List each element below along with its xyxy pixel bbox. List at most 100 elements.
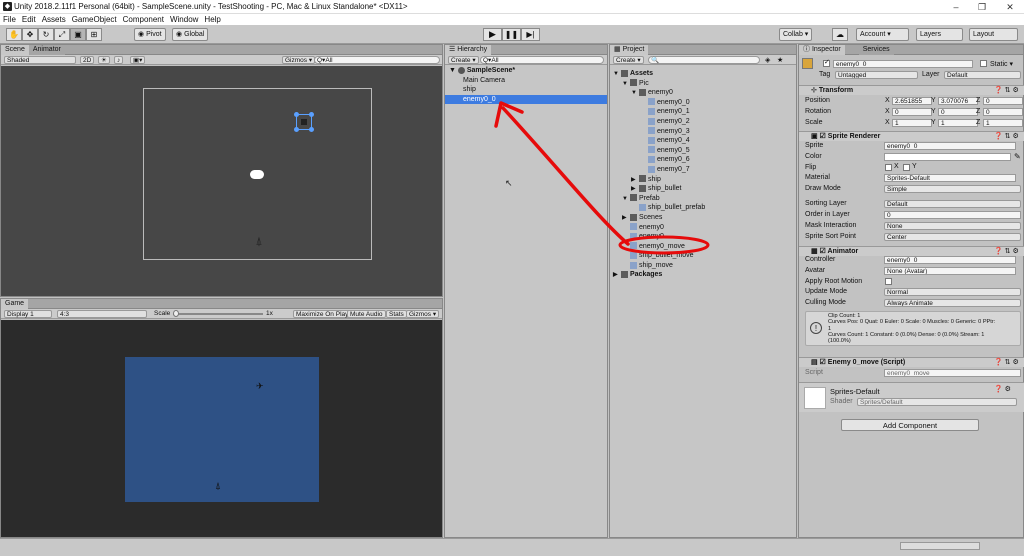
project-item[interactable]: ▶ ship_bullet: [610, 184, 796, 194]
expand-arrow-icon[interactable]: ▼: [631, 89, 639, 99]
position-z-field[interactable]: 0: [983, 97, 1023, 105]
lighting-icon[interactable]: ☀: [98, 56, 110, 64]
minimize-button[interactable]: –: [950, 1, 962, 13]
sprite-field[interactable]: enemy0_0: [884, 142, 1016, 150]
close-button[interactable]: ✕: [1004, 1, 1016, 13]
project-item[interactable]: enemy0_3: [610, 127, 796, 137]
pause-icon[interactable]: ❚❚: [502, 28, 521, 41]
project-item[interactable]: ship_move: [610, 261, 796, 271]
rotation-y-field[interactable]: 0: [938, 108, 978, 116]
static-checkbox[interactable]: [980, 60, 987, 67]
menu-gameobject[interactable]: GameObject: [72, 15, 117, 24]
project-item[interactable]: ▼ enemy0: [610, 88, 796, 98]
flip-y-checkbox[interactable]: [903, 164, 910, 171]
script-field[interactable]: enemy0_move: [884, 369, 1021, 377]
expand-arrow-icon[interactable]: ▼: [622, 195, 630, 205]
project-item[interactable]: enemy0: [610, 223, 796, 233]
active-checkbox[interactable]: ✓: [823, 59, 830, 67]
update-mode-dropdown[interactable]: Normal: [884, 288, 1021, 296]
scene-root[interactable]: ▼ SampleScene*: [445, 66, 607, 76]
tag-dropdown[interactable]: Untagged: [835, 71, 918, 79]
hierarchy-item-main-camera[interactable]: Main Camera: [445, 76, 607, 86]
audio-icon[interactable]: ♪: [114, 56, 124, 64]
scale-slider-thumb[interactable]: [173, 310, 179, 317]
play-icon[interactable]: ▶: [483, 28, 502, 41]
scale-slider[interactable]: [173, 313, 263, 315]
game-gizmos-dropdown[interactable]: Gizmos ▾: [406, 310, 440, 318]
project-item[interactable]: ship_bullet_move: [610, 251, 796, 261]
display-dropdown[interactable]: Display 1: [4, 310, 52, 318]
component-help-icon[interactable]: ❓ ⇅ ⚙: [994, 86, 1019, 94]
resize-handle-icon[interactable]: [309, 127, 314, 132]
script-header[interactable]: ▤ ☑ Enemy 0_move (Script): [799, 357, 1024, 367]
ship-sprite-icon[interactable]: ⍋: [251, 234, 267, 250]
rotation-x-field[interactable]: 0: [892, 108, 932, 116]
project-item[interactable]: ▼ Prefab: [610, 194, 796, 204]
rotate-tool-icon[interactable]: ↻: [38, 28, 54, 41]
layer-dropdown[interactable]: Default: [944, 71, 1021, 79]
tab-game[interactable]: Game: [1, 298, 29, 309]
project-item[interactable]: ▶ ship: [610, 175, 796, 185]
tab-inspector[interactable]: ⓘ Inspector: [799, 44, 845, 55]
rect-tool-icon[interactable]: ▣: [70, 28, 86, 41]
component-help-icon[interactable]: ❓ ⇅ ⚙: [994, 358, 1019, 366]
tab-project[interactable]: ▦ Project: [610, 44, 649, 55]
position-x-field[interactable]: 2.651855: [892, 97, 932, 105]
gizmos-dropdown[interactable]: Gizmos ▾: [282, 56, 316, 64]
project-item[interactable]: enemy0_move: [610, 242, 796, 252]
menu-help[interactable]: Help: [204, 15, 220, 24]
sprite-sort-point-dropdown[interactable]: Center: [884, 233, 1021, 241]
project-item[interactable]: enemy0_7: [610, 165, 796, 175]
project-item[interactable]: enemy0_2: [610, 117, 796, 127]
menu-file[interactable]: File: [3, 15, 16, 24]
menu-assets[interactable]: Assets: [42, 15, 66, 24]
hierarchy-item-ship[interactable]: ship: [445, 85, 607, 95]
effects-icon[interactable]: ▣▾: [130, 56, 146, 64]
add-component-button[interactable]: Add Component: [841, 419, 979, 431]
stats-toggle[interactable]: Stats: [386, 310, 407, 318]
step-icon[interactable]: ▶|: [521, 28, 540, 41]
scale-y-field[interactable]: 1: [938, 119, 978, 127]
collapse-arrow-icon[interactable]: ▶: [613, 271, 621, 281]
object-name-field[interactable]: enemy0_0: [833, 60, 973, 68]
shading-dropdown[interactable]: Shaded: [4, 56, 76, 64]
project-item[interactable]: enemy0_5: [610, 146, 796, 156]
maximize-button[interactable]: ❐: [976, 1, 988, 13]
material-field[interactable]: Sprites-Default: [884, 174, 1016, 182]
project-item[interactable]: enemy0_1: [610, 107, 796, 117]
order-in-layer-field[interactable]: 0: [884, 211, 1021, 219]
sprite-renderer-header[interactable]: ▣ ☑ Sprite Renderer: [799, 131, 1024, 141]
maximize-on-play-toggle[interactable]: Maximize On Play: [293, 310, 352, 318]
transform-header[interactable]: ⊹ Transform: [799, 85, 1024, 95]
resize-handle-icon[interactable]: [309, 112, 314, 117]
flip-x-checkbox[interactable]: [885, 164, 892, 171]
project-item[interactable]: enemy0_4: [610, 136, 796, 146]
account-dropdown[interactable]: Account ▾: [856, 28, 909, 41]
culling-mode-dropdown[interactable]: Always Animate: [884, 299, 1021, 307]
scale-x-field[interactable]: 1: [892, 119, 932, 127]
favorite-icon[interactable]: ★: [777, 56, 783, 64]
pivot-button[interactable]: ◉ Pivot: [134, 28, 166, 41]
project-create-dropdown[interactable]: Create ▾: [613, 56, 644, 64]
2d-toggle[interactable]: 2D: [80, 56, 95, 64]
tab-animator[interactable]: Animator: [28, 44, 65, 55]
eyedropper-icon[interactable]: ✎: [1014, 152, 1021, 161]
avatar-field[interactable]: None (Avatar): [884, 267, 1016, 275]
project-search-input[interactable]: 🔍: [648, 56, 760, 64]
position-y-field[interactable]: 3.070076: [938, 97, 978, 105]
layout-dropdown[interactable]: Layout: [969, 28, 1018, 41]
hierarchy-create-dropdown[interactable]: Create ▾: [448, 56, 479, 64]
color-field[interactable]: [884, 153, 1011, 161]
static-dropdown[interactable]: Static ▾: [990, 60, 1013, 68]
resize-handle-icon[interactable]: [294, 127, 299, 132]
tab-scene[interactable]: Scene: [1, 44, 29, 55]
controller-field[interactable]: enemy0_0: [884, 256, 1016, 264]
shader-dropdown[interactable]: Sprites/Default: [857, 398, 1017, 406]
mute-audio-toggle[interactable]: Mute Audio: [347, 310, 386, 318]
scale-tool-icon[interactable]: ⤢: [54, 28, 70, 41]
mask-interaction-dropdown[interactable]: None: [884, 222, 1021, 230]
animator-header[interactable]: ▦ ☑ Animator: [799, 246, 1024, 256]
project-item[interactable]: ▶ Packages: [610, 270, 796, 280]
project-item[interactable]: ▼ Pic: [610, 79, 796, 89]
component-help-icon[interactable]: ❓ ⚙: [994, 385, 1011, 393]
